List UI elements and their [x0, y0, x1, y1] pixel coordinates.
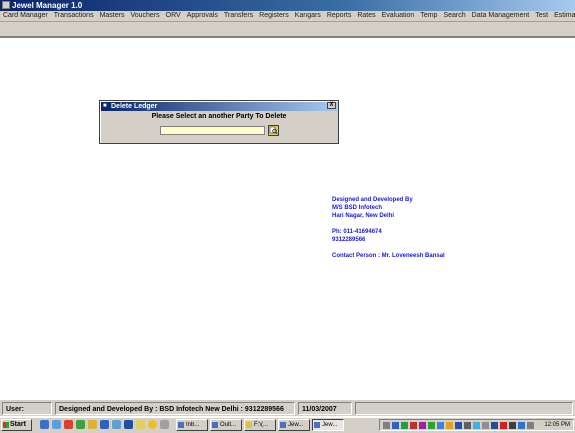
tray-icon[interactable] [392, 422, 399, 429]
tray-icon[interactable] [509, 422, 516, 429]
outlook-icon [212, 422, 218, 428]
windows-flag-icon [3, 422, 9, 428]
ie-icon[interactable] [40, 420, 49, 429]
status-bar: User: Designed and Developed By : BSD In… [0, 399, 575, 417]
tray-icon[interactable] [491, 422, 498, 429]
task-outlook[interactable]: Outl... [210, 419, 242, 431]
overflow-icon[interactable] [160, 420, 169, 429]
start-label: Start [10, 421, 26, 428]
toolbar-divider [0, 36, 575, 38]
search-icon [269, 126, 278, 135]
task-jewel-2[interactable]: Jew... [312, 419, 344, 431]
dialog-title: Delete Ledger [111, 103, 158, 110]
app-icon [2, 1, 10, 9]
status-date: 11/03/2007 [298, 402, 352, 415]
toolbar [0, 22, 575, 37]
credits-phone-2: 9312289566 [332, 237, 366, 243]
tray-icon[interactable] [419, 422, 426, 429]
tray-icon[interactable] [500, 422, 507, 429]
tray-icon[interactable] [383, 422, 390, 429]
dialog-icon: ■ [103, 103, 107, 109]
task-label: F:\(... [254, 422, 268, 428]
word-icon[interactable] [100, 420, 109, 429]
menu-masters[interactable]: Masters [97, 11, 128, 21]
app-title: Jewel Manager 1.0 [12, 1, 83, 10]
app-title-bar[interactable]: Jewel Manager 1.0 [0, 0, 575, 11]
tray-icon[interactable] [518, 422, 525, 429]
tray-icon[interactable] [446, 422, 453, 429]
task-label: Inb... [186, 422, 200, 428]
menu-kangars[interactable]: Kangars [292, 11, 324, 21]
start-button[interactable]: Start [1, 419, 32, 431]
dialog-title-bar[interactable]: ■ Delete Ledger [101, 102, 337, 111]
party-input[interactable] [160, 126, 265, 135]
tray-icon[interactable] [401, 422, 408, 429]
menu-vouchers[interactable]: Vouchers [127, 11, 162, 21]
menu-search[interactable]: Search [440, 11, 468, 21]
menu-test[interactable]: Test [532, 11, 551, 21]
menu-rates[interactable]: Rates [354, 11, 378, 21]
tray-icon[interactable] [527, 422, 534, 429]
menu-data-management[interactable]: Data Management [469, 11, 533, 21]
dialog-prompt: Please Select an another Party To Delete [151, 113, 287, 120]
credits-line-3: Hari Nagar, New Delhi [332, 213, 395, 219]
delete-ledger-dialog: ■ Delete Ledger X Please Select an anoth… [99, 100, 339, 144]
app-shortcut-icon[interactable] [76, 420, 85, 429]
taskbar: Start Inb... Outl... F:\(... Jew... Jew.… [0, 416, 575, 433]
menu-temp[interactable]: Temp [417, 11, 440, 21]
menu-reports[interactable]: Reports [324, 11, 355, 21]
party-search-button[interactable] [268, 125, 279, 136]
credits-line-1: Designed and Developed By [332, 197, 413, 203]
folder-icon [246, 422, 252, 428]
music-icon[interactable] [112, 420, 121, 429]
credits-phone-1: Ph: 011-41694674 [332, 229, 382, 235]
tray-clock[interactable]: 12:05 PM [544, 420, 570, 430]
tray-icon[interactable] [410, 422, 417, 429]
menu-orv[interactable]: ORV [163, 11, 184, 21]
search-shortcut-icon[interactable] [124, 420, 133, 429]
status-developer: Designed and Developed By : BSD Infotech… [55, 402, 295, 415]
desktop-icon[interactable] [52, 420, 61, 429]
system-tray: 12:05 PM [379, 419, 574, 431]
credits-contact: Contact Person : Mr. Loveneesh Bansal [332, 253, 445, 259]
tray-icon[interactable] [473, 422, 480, 429]
menu-evaluation[interactable]: Evaluation [379, 11, 418, 21]
jewel-app-icon [280, 422, 286, 428]
menu-approvals[interactable]: Approvals [184, 11, 221, 21]
close-button[interactable]: X [327, 102, 336, 109]
close-icon: X [329, 102, 334, 108]
menu-estimate-calculator[interactable]: Estimate Calculator [551, 11, 575, 21]
media-icon[interactable] [64, 420, 73, 429]
credits-block: Designed and Developed By M/S BSD Infote… [332, 196, 445, 260]
menu-registers[interactable]: Registers [256, 11, 292, 21]
menu-transactions[interactable]: Transactions [51, 11, 97, 21]
credits-line-2: M/S BSD Infotech [332, 205, 383, 211]
tray-icon[interactable] [455, 422, 462, 429]
folder-icon[interactable] [88, 420, 97, 429]
jewel-app-icon [314, 422, 320, 428]
mail-icon [178, 422, 184, 428]
tray-icon[interactable] [482, 422, 489, 429]
task-inbox[interactable]: Inb... [176, 419, 208, 431]
task-jewel-1[interactable]: Jew... [278, 419, 310, 431]
status-empty [355, 402, 573, 415]
menu-transfers[interactable]: Transfers [221, 11, 256, 21]
tray-icon[interactable] [428, 422, 435, 429]
notes-icon[interactable] [136, 420, 145, 429]
status-user: User: [2, 402, 52, 415]
task-label: Outl... [220, 422, 237, 428]
task-label: Jew... [322, 422, 338, 428]
tray-icon[interactable] [437, 422, 444, 429]
menu-bar: Card Manager Transactions Masters Vouche… [0, 11, 575, 22]
menu-card-manager[interactable]: Card Manager [0, 11, 51, 21]
task-label: Jew... [288, 422, 304, 428]
tray-icon[interactable] [464, 422, 471, 429]
task-explorer[interactable]: F:\(... [244, 419, 276, 431]
smiley-icon[interactable] [148, 420, 157, 429]
